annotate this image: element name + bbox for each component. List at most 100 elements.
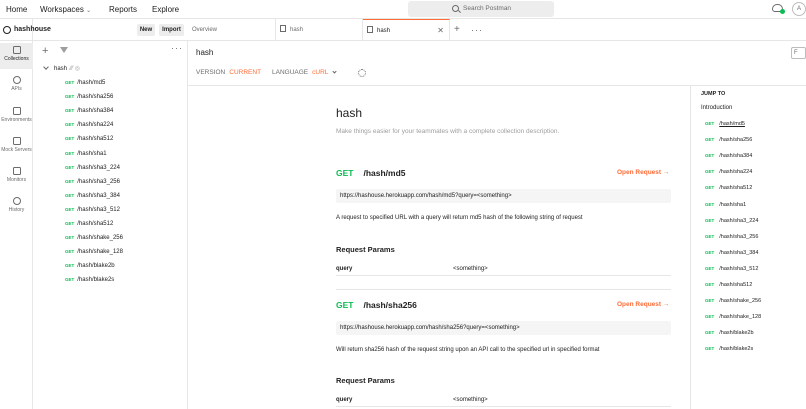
tree-item-request[interactable]: GET/hash/sha3_224: [65, 162, 120, 174]
jump-item-label: /hash/sha512: [719, 185, 753, 192]
method-label: GET: [336, 300, 354, 310]
nav-workspaces[interactable]: Workspaces ⌄: [40, 0, 91, 19]
tree-item-request[interactable]: GET/hash/md5: [65, 77, 105, 89]
jump-item[interactable]: GET/hash/sha1: [705, 202, 746, 208]
tab-hash-2[interactable]: hash ✕: [363, 19, 450, 41]
jump-item-label: /hash/sha3_512: [719, 265, 759, 272]
jump-item-label: /hash/shake_256: [719, 298, 762, 305]
tree-item-label: /hash/sha512: [77, 221, 114, 227]
open-request-link[interactable]: Open Request →: [617, 169, 669, 176]
jump-item[interactable]: GET/hash/sha224: [705, 169, 752, 175]
param-row: query <something>: [336, 393, 671, 407]
monitor-icon: [12, 167, 21, 175]
method-badge: GET: [705, 169, 715, 175]
filter-icon[interactable]: [60, 47, 68, 53]
tree-item-request[interactable]: GET/hash/sha3_256: [65, 176, 120, 188]
tree-item-request[interactable]: GET/hash/blake2s: [65, 274, 114, 286]
tree-item-request[interactable]: GET/hash/shake_256: [65, 232, 123, 244]
sync-status-icon[interactable]: [772, 4, 785, 14]
collection-panel: + ··· hash ⁄⁄⁄ ◎ GET/hash/md5 GET/hash/sha…: [33, 41, 188, 409]
rail-monitors[interactable]: Monitors: [0, 164, 33, 190]
new-button[interactable]: New: [137, 24, 155, 36]
method-badge: GET: [65, 206, 75, 212]
search-input[interactable]: Search Postman: [408, 1, 554, 17]
workspace-name[interactable]: hashhouse: [14, 19, 51, 41]
jump-item[interactable]: GET/hash/sha3_512: [705, 266, 758, 272]
rail-collections[interactable]: Collections: [0, 43, 33, 69]
method-badge: GET: [705, 298, 715, 304]
add-collection-button[interactable]: +: [42, 45, 48, 57]
nav-reports[interactable]: Reports: [109, 0, 137, 19]
doc-side-button[interactable]: F: [791, 47, 806, 59]
method-badge: GET: [65, 136, 75, 142]
collection-description[interactable]: Make things easier for your teammates wi…: [336, 128, 559, 135]
tree-item-request[interactable]: GET/hash/blake2b: [65, 260, 115, 272]
rail-mock-servers[interactable]: Mock Servers: [0, 134, 33, 160]
jump-item-label: /hash/sha256: [719, 137, 753, 144]
jump-item[interactable]: GET/hash/shake_128: [705, 314, 761, 320]
tab-overview[interactable]: Overview: [188, 19, 276, 41]
tree-item-label: /hash/shake_256: [77, 235, 123, 242]
tree-item-request[interactable]: GET/hash/sha512: [65, 218, 113, 230]
avatar[interactable]: A: [792, 2, 806, 16]
language-label: LANGUAGE: [272, 69, 309, 76]
jump-item[interactable]: GET/hash/blake2b: [705, 330, 754, 336]
language-selector[interactable]: LANGUAGE cURL: [272, 69, 338, 76]
tree-item-request[interactable]: GET/hash/sha512: [65, 133, 113, 145]
tab-hash-2-label: hash: [377, 28, 391, 34]
document-icon: [280, 25, 286, 32]
jump-item[interactable]: GET/hash/blake2s: [705, 346, 753, 352]
jump-item-label: /hash/sha3_256: [719, 233, 759, 240]
close-icon[interactable]: ✕: [437, 20, 444, 42]
tree-item-label: /hash/blake2b: [77, 263, 115, 270]
top-bar: Home Workspaces ⌄ Reports Explore Search…: [0, 0, 806, 19]
divider: [336, 289, 671, 290]
jump-item[interactable]: GET/hash/shake_256: [705, 298, 761, 304]
jump-item[interactable]: GET/hash/sha3_256: [705, 234, 758, 240]
tree-item-request[interactable]: GET/hash/sha224: [65, 119, 113, 131]
jump-item[interactable]: GET/hash/sha256: [705, 137, 752, 143]
nav-explore[interactable]: Explore: [152, 0, 179, 19]
jump-item[interactable]: GET/hash/sha512: [705, 185, 752, 191]
jump-item[interactable]: GET/hash/sha512: [705, 282, 752, 288]
language-value: cURL: [312, 69, 329, 76]
jump-item-label: /hash/sha1: [719, 201, 747, 208]
tree-item-label: /hash/sha3_256: [77, 178, 120, 185]
open-request-link[interactable]: Open Request →: [617, 301, 669, 308]
tab-bar: Overview hash hash ✕ + ···: [188, 19, 806, 41]
request-description: Will return sha256 hash of the request s…: [336, 347, 600, 353]
gear-icon[interactable]: [358, 69, 366, 77]
nav-home[interactable]: Home: [6, 0, 27, 19]
collection-title: hash: [336, 106, 363, 120]
new-tab-button[interactable]: +: [454, 19, 460, 41]
jump-item[interactable]: GET/hash/md5: [705, 121, 745, 127]
jump-item[interactable]: GET/hash/sha3_384: [705, 250, 758, 256]
tree-item-request[interactable]: GET/hash/sha256: [65, 91, 113, 103]
tree-item-request[interactable]: GET/hash/sha3_384: [65, 190, 120, 202]
rail-environments[interactable]: Environments: [0, 104, 33, 130]
request-path: /hash/md5: [363, 168, 406, 178]
rail-history[interactable]: History: [0, 194, 33, 220]
version-selector[interactable]: VERSION CURRENT: [196, 69, 261, 76]
tree-item-label: /hash/sha384: [77, 108, 114, 115]
more-options-icon[interactable]: ···: [171, 43, 183, 53]
tree-item-request[interactable]: GET/hash/sha1: [65, 148, 107, 160]
tree-item-request[interactable]: GET/hash/sha384: [65, 105, 113, 117]
jump-item[interactable]: GET/hash/sha3_224: [705, 218, 758, 224]
jump-introduction-link[interactable]: Introduction: [701, 105, 732, 111]
tree-item-request[interactable]: GET/hash/sha3_512: [65, 204, 120, 216]
tree-item-request[interactable]: GET/hash/shake_128: [65, 246, 123, 258]
rail-apis[interactable]: APIs: [0, 73, 33, 99]
tab-hash-1[interactable]: hash: [276, 19, 363, 41]
jump-to-title: JUMP TO: [701, 91, 726, 97]
jump-item[interactable]: GET/hash/sha384: [705, 153, 752, 159]
tree-item-label: /hash/sha3_384: [77, 192, 120, 199]
import-button[interactable]: Import: [159, 24, 184, 36]
chevron-down-icon: ⌄: [86, 8, 92, 14]
method-badge: GET: [65, 263, 75, 269]
request-heading: GET/hash/md5: [336, 168, 406, 178]
tree-item-label: /hash/shake_128: [77, 249, 123, 256]
jump-item-label: /hash/sha512: [719, 282, 753, 288]
tab-more-icon[interactable]: ···: [471, 19, 483, 41]
collection-root[interactable]: hash ⁄⁄⁄ ◎: [43, 64, 80, 72]
